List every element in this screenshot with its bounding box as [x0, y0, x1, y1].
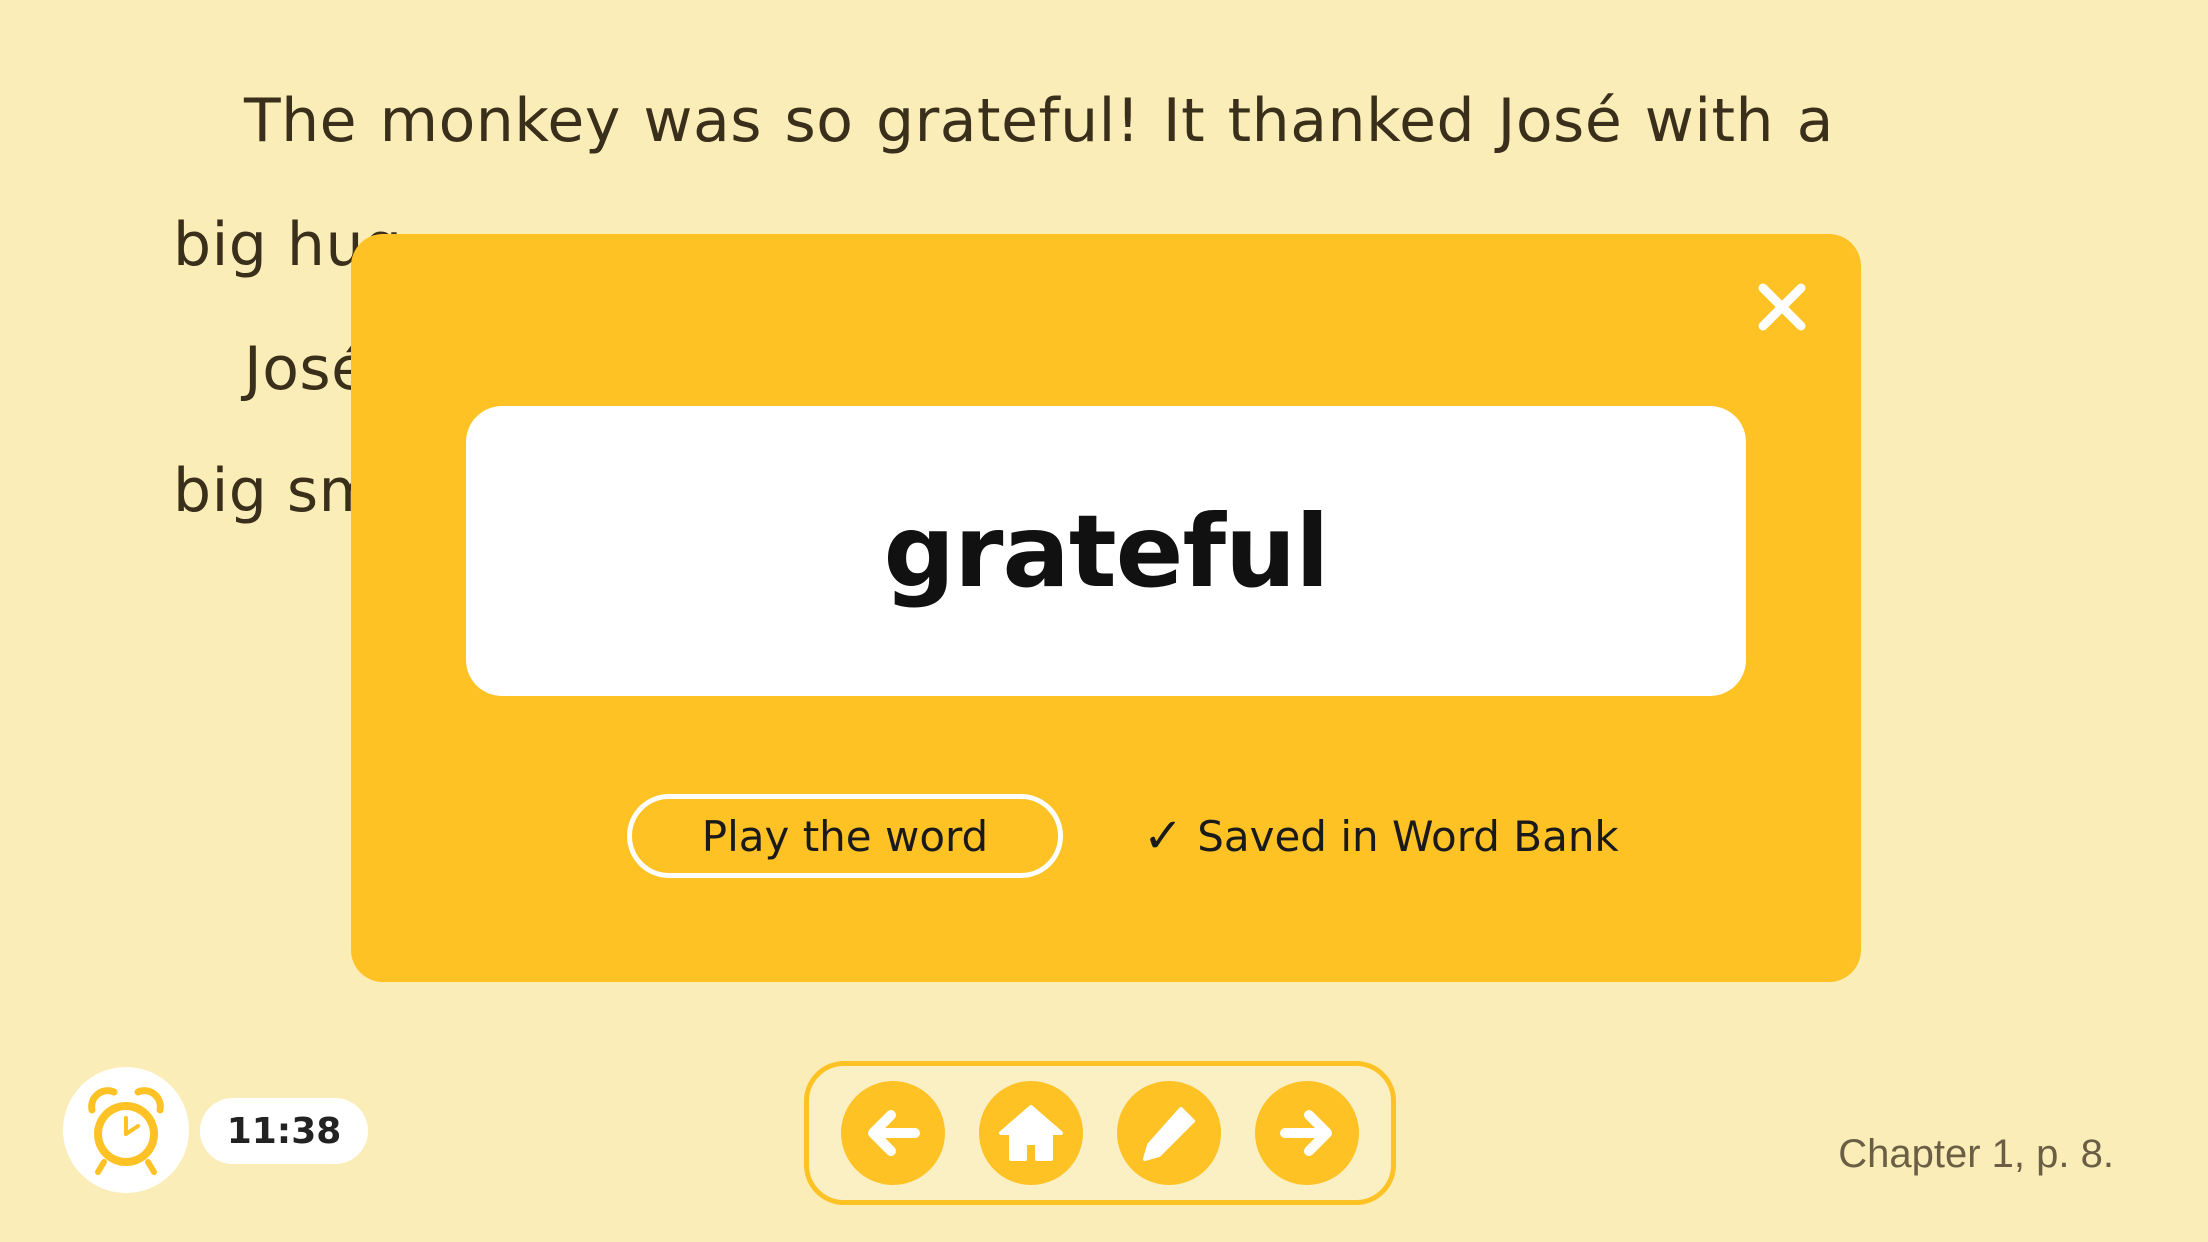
word-card: grateful: [466, 406, 1746, 696]
navigation-bar: [804, 1061, 1396, 1205]
story-line-4[interactable]: big sm: [173, 456, 378, 526]
pencil-icon: [1143, 1107, 1195, 1161]
play-word-button[interactable]: Play the word: [627, 794, 1063, 878]
reader-screen: The monkey was so grateful! It thanked J…: [0, 0, 2208, 1242]
checkmark-icon: ✓: [1143, 808, 1184, 864]
edit-button[interactable]: [1117, 1081, 1221, 1185]
story-word[interactable]: José: [1498, 86, 1623, 156]
story-line-1: The monkey was so grateful! It thanked J…: [244, 86, 1834, 156]
close-button[interactable]: [1753, 278, 1811, 336]
story-word[interactable]: grateful!: [876, 86, 1140, 156]
story-word[interactable]: The: [244, 86, 357, 156]
story-line-3[interactable]: José: [244, 334, 369, 404]
arrow-right-icon: [1280, 1110, 1332, 1156]
word-popup: grateful Play the word ✓ Saved in Word B…: [351, 234, 1861, 982]
story-word[interactable]: with: [1645, 86, 1774, 156]
home-icon: [999, 1105, 1063, 1161]
saved-status: ✓ Saved in Word Bank: [1143, 794, 1619, 878]
previous-page-button[interactable]: [841, 1081, 945, 1185]
story-word[interactable]: a: [1797, 86, 1834, 156]
page-indicator: Chapter 1, p. 8.: [1838, 1132, 2114, 1176]
story-word[interactable]: It: [1163, 86, 1205, 156]
timer-display: 11:38: [200, 1098, 368, 1164]
saved-label: Saved in Word Bank: [1197, 811, 1619, 861]
story-word[interactable]: so: [785, 86, 854, 156]
home-button[interactable]: [979, 1081, 1083, 1185]
alarm-button[interactable]: [63, 1067, 189, 1193]
close-icon: [1758, 283, 1806, 331]
alarm-clock-icon: [88, 1087, 164, 1175]
story-word[interactable]: thanked: [1228, 86, 1475, 156]
vocabulary-word: grateful: [883, 492, 1330, 610]
story-word[interactable]: monkey: [380, 86, 621, 156]
arrow-left-icon: [868, 1110, 920, 1156]
story-word[interactable]: was: [643, 86, 762, 156]
next-page-button[interactable]: [1255, 1081, 1359, 1185]
